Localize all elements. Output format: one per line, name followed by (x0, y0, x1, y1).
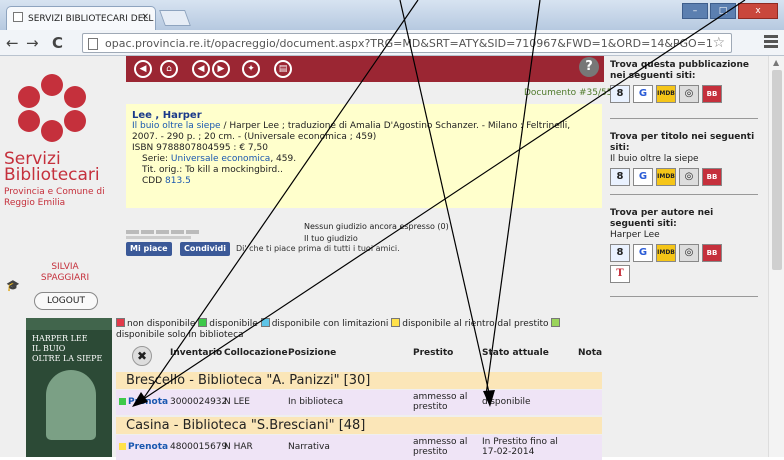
new-tab-button[interactable] (159, 10, 191, 26)
logout-button[interactable]: LOGOUT (34, 292, 98, 310)
find-by-title-block: Trova per titolo nei seguenti siti: Il b… (610, 132, 760, 186)
right-panel: Trova questa pubblicazione nei seguenti … (606, 56, 766, 457)
imdb-icon[interactable]: IMDB (656, 168, 676, 186)
close-window-button[interactable]: x (738, 3, 778, 19)
window-controls: – □ x (682, 3, 778, 19)
print-icon[interactable]: ▤ (274, 60, 292, 78)
series-link[interactable]: Universale economica (171, 154, 270, 164)
search-engine-icon[interactable]: 8 (610, 85, 630, 103)
imdb-icon[interactable]: IMDB (656, 244, 676, 262)
rating-bar[interactable] (126, 236, 191, 239)
text-icon[interactable]: T (610, 265, 630, 283)
library-only-icon (551, 318, 561, 327)
your-opinion-label: Il tuo giudizio (304, 234, 358, 243)
tab-title: SERVIZI BIBLIOTECARI DELL (28, 14, 154, 24)
reload-icon[interactable]: C (52, 34, 63, 52)
page-content: Servizi Bibliotecari Provincia e Comune … (0, 56, 784, 460)
find-publication-block: Trova questa pubblicazione nei seguenti … (610, 60, 760, 103)
library-icon[interactable]: BB (702, 85, 722, 103)
bibliographic-record: Lee , Harper Il buio oltre la siepe / Ha… (126, 104, 602, 208)
record-toolbar: ◀ ⌂ ◀ ▶ ✦ ▤ (126, 56, 604, 82)
reserve-link[interactable]: Prenota (128, 442, 168, 452)
tab-close-icon[interactable]: × (141, 12, 149, 22)
maximize-button[interactable]: □ (710, 3, 736, 19)
book-cover[interactable]: HARPER LEE IL BUIO OLTRE LA SIEPE (26, 318, 112, 457)
menu-icon[interactable] (764, 35, 778, 50)
no-opinion-text: Nessun giudizio ancora espresso (0) (304, 222, 449, 231)
browser-tab[interactable]: SERVIZI BIBLIOTECARI DELL × (6, 6, 156, 30)
table-header: Inventario Collocazione Posizione Presti… (170, 348, 603, 358)
find-by-author-block: Trova per autore nei seguenti siti: Harp… (610, 208, 760, 283)
address-bar[interactable]: opac.provincia.re.it/opacreggio/document… (82, 33, 732, 53)
document-number: Documento #35/55 (524, 88, 613, 98)
on-return-status-icon (119, 443, 126, 450)
available-status-icon (119, 398, 126, 405)
facebook-share-button[interactable]: Condividi (180, 242, 230, 256)
url-text: opac.provincia.re.it/opacreggio/document… (105, 37, 713, 50)
brand-title-2: Bibliotecari (4, 165, 100, 185)
back-icon[interactable]: ← (6, 34, 19, 52)
back-record-icon[interactable]: ◀ (192, 60, 210, 78)
vertical-scrollbar[interactable]: ▲ (768, 56, 784, 457)
limited-icon (260, 318, 270, 327)
record-author[interactable]: Lee , Harper (132, 110, 596, 121)
forward-icon[interactable]: → (26, 34, 39, 52)
library-heading: Casina - Biblioteca "S.Bresciani" [48] (116, 417, 602, 434)
wikipedia-icon[interactable]: ◎ (679, 85, 699, 103)
home-icon[interactable]: ⌂ (160, 60, 178, 78)
library-icon[interactable]: BB (702, 244, 722, 262)
library-heading: Brescello - Biblioteca "A. Panizzi" [30] (116, 372, 602, 389)
table-row: Prenota 4800015679 N HAR Narrativa ammes… (116, 435, 602, 460)
title-value: Il buio oltre la siepe (610, 154, 699, 164)
google-icon[interactable]: G (633, 244, 653, 262)
help-icon[interactable]: ? (579, 57, 599, 77)
page-icon (13, 12, 23, 22)
scrollbar-thumb[interactable] (772, 70, 782, 270)
facebook-like-text: Di' che ti piace prima di tutti i tuoi a… (236, 244, 400, 253)
cdd-link[interactable]: 813.5 (165, 176, 191, 186)
google-icon[interactable]: G (633, 85, 653, 103)
record-isbn: ISBN 9788807804595 : € 7,50 (132, 143, 268, 153)
browser-tab-strip: SERVIZI BIBLIOTECARI DELL × – □ x (0, 0, 784, 30)
reserve-link[interactable]: Prenota (128, 397, 168, 407)
globe-icon[interactable]: ✦ (242, 60, 260, 78)
bookmark-star-icon[interactable]: ☆ (712, 35, 725, 51)
wikipedia-icon[interactable]: ◎ (679, 168, 699, 186)
previous-icon[interactable]: ◀ (134, 60, 152, 78)
search-engine-icon[interactable]: 8 (610, 244, 630, 262)
wikipedia-icon[interactable]: ◎ (679, 244, 699, 262)
original-title: Tit. orig.: To kill a mockingbird.. (142, 165, 283, 175)
graduation-cap-icon: 🎓 (6, 279, 20, 292)
facebook-like-button[interactable]: Mi piace (126, 242, 172, 256)
library-logo (18, 74, 86, 142)
brand-subtitle: Provincia e Comune di Reggio Emilia (4, 187, 105, 208)
available-icon (198, 318, 208, 327)
google-icon[interactable]: G (633, 168, 653, 186)
table-row: Prenota 3000024932 N LEE In biblioteca a… (116, 390, 602, 415)
minimize-button[interactable]: – (682, 3, 708, 19)
browser-toolbar: ← → C opac.provincia.re.it/opacreggio/do… (0, 30, 784, 56)
not-available-icon (116, 318, 125, 327)
on-return-icon (391, 318, 401, 327)
imdb-icon[interactable]: IMDB (656, 85, 676, 103)
library-icon[interactable]: BB (702, 168, 722, 186)
availability-legend: non disponibile disponibile disponibile … (116, 318, 586, 341)
cover-title: HARPER LEE IL BUIO OLTRE LA SIEPE (32, 334, 103, 363)
cover-illustration (46, 370, 96, 440)
record-title-link[interactable]: Il buio oltre la siepe (132, 121, 221, 131)
author-value: Harper Lee (610, 230, 660, 240)
user-name[interactable]: SILVIA SPAGGIARI (30, 262, 100, 284)
page-icon (88, 38, 98, 50)
search-engine-icon[interactable]: 8 (610, 168, 630, 186)
left-sidebar: Servizi Bibliotecari Provincia e Comune … (0, 56, 114, 457)
next-record-icon[interactable]: ▶ (212, 60, 230, 78)
cover-series-band (26, 318, 112, 330)
